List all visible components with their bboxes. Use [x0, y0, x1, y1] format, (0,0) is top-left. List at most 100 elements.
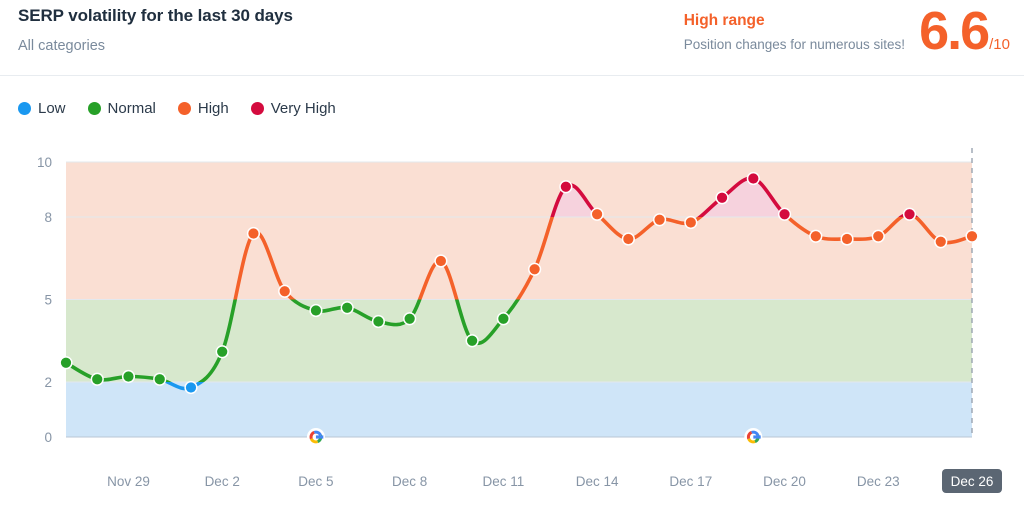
data-point[interactable]: [403, 312, 417, 326]
data-point-dot: [123, 371, 134, 382]
data-point-dot: [92, 374, 103, 385]
band-normal: [66, 299, 972, 382]
x-axis-tick-label: Dec 8: [392, 474, 427, 489]
legend-label: Normal: [107, 100, 156, 117]
data-point[interactable]: [153, 372, 167, 386]
data-point-dot: [873, 231, 884, 242]
legend-item-very-high[interactable]: Very High: [250, 100, 336, 117]
y-axis-tick-label: 2: [44, 375, 52, 390]
legend-item-high[interactable]: High: [177, 100, 229, 117]
data-point[interactable]: [278, 284, 292, 298]
data-point[interactable]: [777, 207, 792, 221]
data-point-dot: [748, 173, 759, 184]
data-point[interactable]: [496, 312, 510, 326]
data-point-dot: [498, 313, 509, 324]
data-point-dot: [373, 316, 384, 327]
google-update-icon[interactable]: [744, 428, 763, 446]
data-point[interactable]: [871, 229, 885, 243]
data-point[interactable]: [59, 356, 73, 370]
data-point[interactable]: [652, 213, 667, 227]
data-point-dot: [279, 286, 290, 297]
score-denominator: /10: [989, 36, 1010, 53]
y-axis-tick-label: 5: [44, 293, 52, 308]
data-point[interactable]: [90, 372, 104, 386]
data-point-dot: [342, 302, 353, 313]
data-point[interactable]: [121, 369, 136, 384]
header-right-group: High range Position changes for numerous…: [684, 1, 1010, 61]
data-point-dot: [248, 228, 259, 239]
header-left-group: SERP volatility for the last 30 days All…: [18, 4, 293, 56]
legend-dot-icon: [87, 102, 101, 115]
data-point-dot: [154, 374, 165, 385]
data-point[interactable]: [621, 232, 635, 246]
serp-volatility-widget: SERP volatility for the last 30 days All…: [0, 0, 1024, 517]
google-update-icon[interactable]: [306, 428, 325, 446]
data-point[interactable]: [684, 215, 698, 230]
x-axis-tick-label: Dec 23: [857, 474, 900, 489]
y-axis-tick-label: 0: [44, 430, 52, 445]
chart-canvas: 0 2 5 8 10 Nov 29 Dec 2 Dec 5 Dec 8 Dec 11 Dec 14 D…: [37, 148, 1002, 493]
x-axis-tick-label: Dec 17: [669, 474, 712, 489]
data-point[interactable]: [465, 334, 479, 348]
y-axis-tick-label: 8: [44, 210, 52, 225]
legend-dot-icon: [250, 102, 264, 115]
data-point[interactable]: [965, 229, 979, 243]
widget-header: SERP volatility for the last 30 days All…: [0, 0, 1024, 76]
legend-item-low[interactable]: Low: [18, 100, 66, 117]
data-point[interactable]: [184, 380, 198, 395]
data-point[interactable]: [528, 262, 542, 276]
data-point-dot: [560, 181, 571, 192]
data-point-dot: [404, 313, 415, 324]
volatility-chart[interactable]: 0 2 5 8 10 Nov 29 Dec 2 Dec 5 Dec 8 Dec 11 Dec 14 D…: [0, 136, 1024, 517]
x-axis-tick-label: Dec 2: [205, 474, 240, 489]
data-point-dot: [623, 233, 634, 245]
page-title: SERP volatility for the last 30 days: [18, 6, 293, 25]
range-summary: High range Position changes for numerous…: [684, 6, 905, 54]
range-description: Position changes for numerous sites!: [683, 37, 906, 52]
data-point-dot: [217, 346, 228, 357]
data-point[interactable]: [309, 303, 323, 318]
today-badge-label: Dec 26: [951, 474, 994, 489]
data-point[interactable]: [246, 226, 261, 241]
data-point[interactable]: [715, 191, 729, 205]
data-point-dot: [467, 335, 478, 346]
data-point[interactable]: [371, 314, 386, 329]
category-subtitle: All categories: [18, 38, 106, 54]
data-point-dot: [592, 209, 603, 220]
data-point-dot: [810, 231, 821, 242]
data-point-dot: [685, 217, 696, 228]
legend-item-normal[interactable]: Normal: [87, 100, 156, 117]
score-value: 6.6: [919, 1, 990, 61]
data-point-dot: [435, 255, 446, 267]
data-point-dot: [185, 382, 197, 393]
chart-legend: Low Normal High Very High: [18, 100, 336, 117]
data-point-dot: [60, 357, 72, 368]
data-point-dot: [966, 231, 978, 242]
data-point-dot: [779, 209, 790, 220]
legend-label: High: [197, 100, 229, 117]
legend-label: Very High: [270, 100, 336, 117]
data-point[interactable]: [746, 171, 760, 186]
legend-label: Low: [38, 100, 66, 117]
data-point-dot: [310, 305, 322, 316]
band-low: [66, 382, 972, 437]
x-axis-tick-label: Dec 14: [576, 474, 619, 489]
data-point[interactable]: [902, 207, 917, 221]
legend-dot-icon: [177, 102, 191, 115]
score-badge: 6.6 /10: [919, 1, 1010, 61]
x-axis-tick-label: Dec 5: [298, 474, 333, 489]
data-point[interactable]: [215, 345, 229, 359]
data-point[interactable]: [809, 229, 823, 243]
data-point-dot: [654, 214, 665, 225]
data-point-dot: [841, 233, 853, 245]
data-point[interactable]: [840, 232, 854, 246]
x-axis-tick-label: Nov 29: [107, 474, 150, 489]
data-point-dot: [529, 264, 540, 275]
data-point[interactable]: [340, 301, 354, 315]
legend-dot-icon: [18, 102, 31, 115]
data-point[interactable]: [559, 180, 573, 194]
range-title: High range: [683, 12, 765, 29]
data-point[interactable]: [590, 207, 604, 221]
data-point[interactable]: [934, 235, 948, 249]
data-point[interactable]: [434, 254, 448, 268]
